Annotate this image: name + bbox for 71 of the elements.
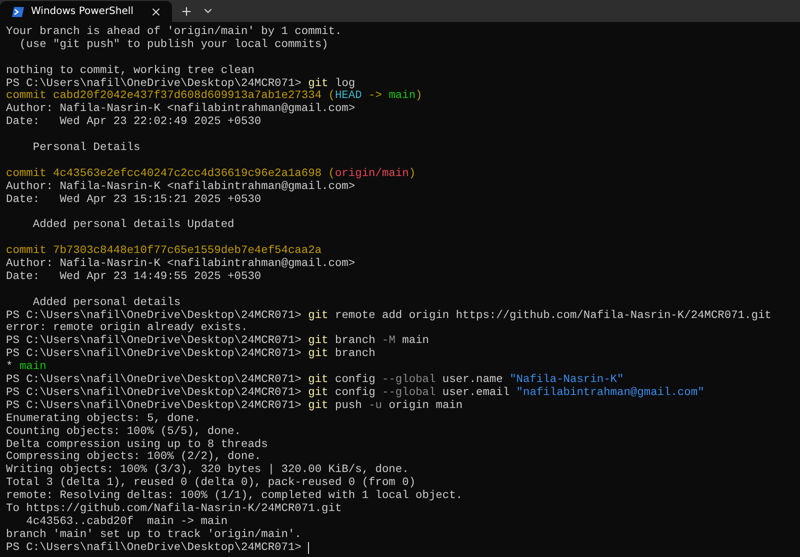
output-text: Personal Details	[32, 142, 140, 155]
prompt-text: PS C:\Users\nafil\OneDrive\Desktop\24MCR071>	[6, 374, 302, 386]
command-argument: branch	[334, 335, 376, 348]
commit-hash: )	[416, 90, 422, 104]
output-text: remote: Resolving deltas: 100% (1/1), completed with 1 local object.	[6, 490, 463, 502]
close-icon	[150, 6, 162, 18]
branch-name: main	[19, 361, 46, 374]
output-text: *	[6, 361, 14, 374]
branch-name: main	[388, 90, 416, 104]
prompt-text: PS C:\Users\nafil\OneDrive\Desktop\24MCR071>	[6, 335, 302, 348]
output-text: Delta compression using up to 8 threads	[6, 438, 268, 450]
command-name: git	[308, 78, 328, 90]
output-text: Author: Nafila-Nasrin-K <nafilabintrahman@gmail.com>	[6, 258, 356, 270]
commit-hash: ->	[368, 90, 383, 104]
prompt-text: PS C:\Users\nafil\OneDrive\Desktop\24MCR071>	[6, 386, 302, 400]
output-text: Your branch is ahead of 'origin/main' by 1 commit.	[6, 26, 342, 38]
command-name: git	[308, 348, 328, 362]
output-text: Added personal details Updated	[32, 219, 234, 232]
plus-icon	[180, 4, 192, 18]
prompt-text: PS C:\Users\nafil\OneDrive\Desktop\24MCR071>	[6, 78, 302, 90]
output-text: nothing to commit, working tree clean	[6, 64, 254, 78]
string-argument: "Nafila-Nasrin-K"	[510, 374, 624, 386]
output-text: Date: Wed Apr 23 14:49:55 2025 +0530	[6, 270, 262, 284]
output-text: branch 'main' set up to track 'origin/main'.	[6, 528, 302, 542]
output-text: Counting objects: 100% (5/5), done.	[6, 426, 241, 438]
commit-hash: commit 7b7303c8448e10f77c65e1559deb7e4ef54caa2a	[6, 245, 322, 258]
command-argument: user.name	[441, 374, 504, 386]
command-argument: branch	[334, 348, 376, 362]
output-text: Enumerating objects: 5, done.	[6, 412, 201, 426]
command-name: git	[308, 386, 328, 400]
command-name: git	[308, 374, 328, 386]
output-text: Total 3 (delta 1), reused 0 (delta 0), pack-reused 0 (from 0)	[6, 477, 416, 490]
prompt-text: PS C:\Users\nafil\OneDrive\Desktop\24MCR071>	[6, 348, 302, 360]
tab-title: Windows PowerShell	[31, 6, 134, 17]
command-argument: user.email	[441, 386, 511, 400]
command-name: git	[308, 400, 328, 413]
prompt-text: PS C:\Users\nafil\OneDrive\Desktop\24MCR071>	[6, 542, 302, 555]
command-name: git	[308, 310, 328, 322]
option-text: --global	[382, 386, 436, 400]
output-text: 4c43563..cabd20f main -> main	[25, 516, 228, 528]
terminal-tab[interactable]: Windows PowerShell	[0, 1, 172, 22]
remote-branch: origin/main	[334, 168, 409, 180]
command-argument: push	[334, 400, 363, 413]
option-text: -M	[382, 335, 396, 348]
command-argument: log	[334, 78, 356, 90]
option-text: --global	[382, 374, 436, 386]
command-argument: config	[334, 374, 376, 386]
output-text: Author: Nafila-Nasrin-K <nafilabintrahman@gmail.com>	[6, 103, 356, 116]
output-text: Writing objects: 100% (3/3), 320 bytes | 320.00 KiB/s, done.	[6, 464, 409, 476]
command-argument: origin main	[388, 400, 463, 413]
output-text: Date: Wed Apr 23 15:15:21 2025 +0530	[6, 194, 262, 206]
command-name: git	[308, 335, 328, 348]
command-argument: main	[401, 335, 430, 348]
output-text: Author: Nafila-Nasrin-K <nafilabintrahman@gmail.com>	[6, 180, 356, 194]
commit-hash: )	[408, 168, 416, 181]
string-argument: "nafilabintrahman@gmail.com"	[516, 386, 704, 400]
prompt-text: PS C:\Users\nafil\OneDrive\Desktop\24MCR071>	[6, 310, 302, 322]
output-text: error: remote origin already exists.	[6, 322, 248, 334]
command-argument: remote add origin https://github.com/Nafila-Nasrin-K/24MCR071.git	[334, 310, 772, 322]
option-text: -u	[368, 400, 382, 413]
output-text: Added personal details	[32, 296, 181, 310]
prompt-text: PS C:\Users\nafil\OneDrive\Desktop\24MCR071>	[6, 400, 302, 412]
output-text: (use "git push" to publish your local commits)	[18, 38, 328, 52]
output-text: Compressing objects: 100% (2/2), done.	[6, 451, 262, 464]
commit-hash: commit 4c43563e2efcc40247c2cc4d36619c96e2a1a698 (	[6, 168, 335, 180]
commit-hash: commit cabd20f2042e437f37d608d609913a7ab1e27334 (	[6, 90, 335, 102]
output-text: Date: Wed Apr 23 22:02:49 2025 +0530	[6, 116, 262, 130]
output-text: To https://github.com/Nafila-Nasrin-K/24MCR071.git	[6, 502, 342, 516]
powershell-icon	[12, 6, 24, 16]
head-ref: HEAD	[334, 90, 362, 102]
command-argument: config	[334, 386, 376, 400]
